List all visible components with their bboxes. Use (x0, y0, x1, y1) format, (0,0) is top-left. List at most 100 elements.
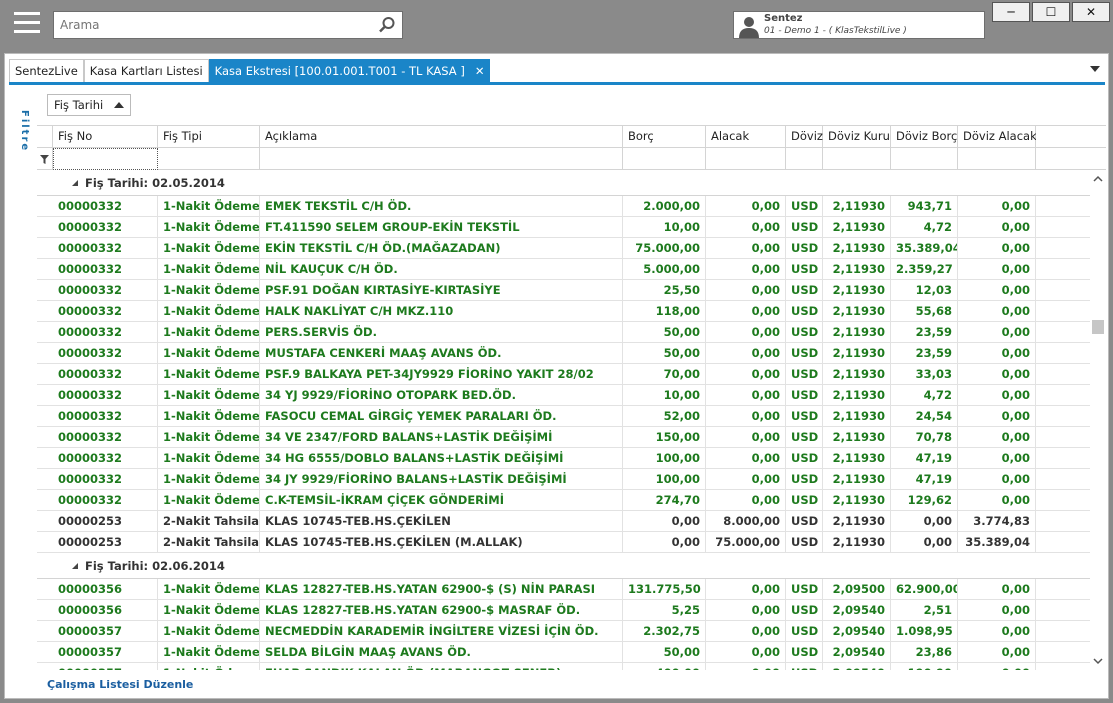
group-row[interactable]: Fiş Tarihi: 02.06.2014 (37, 553, 1090, 579)
table-row[interactable]: 00000332 1-Nakit Ödeme FT.411590 SELEM GRO… (37, 217, 1090, 238)
grid-body[interactable]: Fiş Tarihi: 02.05.2014 00000332 1-Nakit Öd… (37, 170, 1090, 670)
cell-doviz-borc: 23,59 (891, 322, 958, 343)
table-row[interactable]: 00000332 1-Nakit Ödeme EKİN TEKSTİL C/H ÖD… (37, 238, 1090, 259)
table-row[interactable]: 00000357 1-Nakit Ödeme SELDA BİLGİN MAAŞ A… (37, 642, 1090, 663)
tab-dropdown-icon[interactable] (1090, 65, 1100, 73)
table-row[interactable]: 00000357 1-Nakit Ödeme NECMEDDİN KARADEMİR… (37, 621, 1090, 642)
scroll-down-icon[interactable] (1093, 656, 1103, 666)
table-row[interactable]: 00000332 1-Nakit Ödeme NİL KAUÇUK C/H ÖD. 5… (37, 259, 1090, 280)
cell-alacak: 0,00 (706, 427, 786, 448)
table-row[interactable]: 00000332 1-Nakit Ödeme 34 YJ 9929/FİORİNO … (37, 385, 1090, 406)
cell-doviz-alacak: 0,00 (958, 579, 1036, 600)
search-box[interactable] (53, 11, 403, 39)
filter-cell-alacak[interactable] (706, 148, 786, 170)
table-row[interactable]: 000003571-Nakit ÖdemeEHAB SANDIK KALAN Ö… (37, 663, 1090, 670)
cell-doviz-alacak: 0,00 (958, 469, 1036, 490)
group-by-chip[interactable]: Fiş Tarihi (47, 94, 131, 116)
filter-cell-doviz-kuru[interactable] (823, 148, 891, 170)
filter-cell-doviz[interactable] (786, 148, 823, 170)
table-row[interactable]: 00000332 1-Nakit Ödeme EMEK TEKSTİL C/H ÖD… (37, 196, 1090, 217)
column-header-doviz-alacak[interactable]: Döviz Alacak (958, 125, 1037, 148)
column-header-aciklama[interactable]: Açıklama (260, 125, 623, 148)
collapse-triangle-icon[interactable] (71, 562, 79, 570)
cell-doviz: USD (786, 385, 823, 406)
cell-alacak: 0,00 (706, 196, 786, 217)
filter-cell-fis-tipi[interactable] (158, 148, 260, 170)
table-row[interactable]: 00000332 1-Nakit Ödeme C.K-TEMSİL-İKRAM Çİ… (37, 490, 1090, 511)
column-header-doviz-kuru[interactable]: Döviz Kuru (823, 125, 891, 148)
cell-fis-no: 00000332 (53, 322, 158, 343)
group-by-label: Fiş Tarihi (54, 98, 104, 112)
tab-close-icon[interactable]: ✕ (475, 64, 485, 78)
cell-alacak: 0,00 (706, 322, 786, 343)
cell-borc: 50,00 (623, 642, 706, 663)
table-row[interactable]: 00000253 2-Nakit Tahsilat KLAS 10745-TEB.H… (37, 532, 1090, 553)
column-header-fis-tipi[interactable]: Fiş Tipi (158, 125, 260, 148)
menu-icon[interactable] (14, 12, 40, 36)
cell-doviz: USD (786, 621, 823, 642)
collapse-triangle-icon[interactable] (71, 179, 79, 187)
cell-fis-tipi: 1-Nakit Ödeme (158, 579, 260, 600)
cell-doviz-borc: 23,59 (891, 343, 958, 364)
table-row[interactable]: 00000332 1-Nakit Ödeme PSF.9 BALKAYA PET-3… (37, 364, 1090, 385)
cell-fis-no: 00000332 (53, 238, 158, 259)
scroll-thumb[interactable] (1092, 320, 1104, 334)
column-header-borc[interactable]: Borç (623, 125, 706, 148)
cell-doviz: USD (786, 196, 823, 217)
edit-worklist-link[interactable]: Çalışma Listesi Düzenle (47, 678, 193, 691)
group-title: Fiş Tarihi: 02.06.2014 (85, 559, 225, 573)
user-name: Sentez (764, 13, 803, 24)
filter-cell-borc[interactable] (623, 148, 706, 170)
filter-cell-aciklama[interactable] (260, 148, 623, 170)
search-icon[interactable] (378, 16, 396, 34)
maximize-button[interactable]: ☐ (1032, 2, 1070, 22)
table-row[interactable]: 00000332 1-Nakit Ödeme PERS.SERVİS ÖD. 50,0… (37, 322, 1090, 343)
cell-borc: 118,00 (623, 301, 706, 322)
cell-alacak: 0,00 (706, 448, 786, 469)
table-row[interactable]: 00000253 2-Nakit Tahsilat KLAS 10745-TEB.H… (37, 511, 1090, 532)
column-header-doviz[interactable]: Döviz (786, 125, 823, 148)
tab-sentezlive[interactable]: SentezLive (9, 59, 84, 82)
column-header-doviz-borc[interactable]: Döviz Borç (891, 125, 958, 148)
cell-doviz-kuru: 2,11930 (823, 364, 891, 385)
table-row[interactable]: 00000332 1-Nakit Ödeme FASOCU CEMAL GİRGİÇ… (37, 406, 1090, 427)
table-row[interactable]: 00000332 1-Nakit Ödeme MUSTAFA CENKERİ MAA… (37, 343, 1090, 364)
table-row[interactable]: 00000332 1-Nakit Ödeme 34 HG 6555/DOBLO BA… (37, 448, 1090, 469)
group-row[interactable]: Fiş Tarihi: 02.05.2014 (37, 170, 1090, 196)
vertical-scrollbar[interactable] (1090, 170, 1106, 670)
cell-alacak: 0,00 (706, 469, 786, 490)
table-row[interactable]: 00000332 1-Nakit Ödeme HALK NAKLİYAT C/H M… (37, 301, 1090, 322)
cell-fis-tipi: 1-Nakit Ödeme (158, 259, 260, 280)
tab-kasa-kartlari[interactable]: Kasa Kartları Listesi (83, 59, 209, 82)
user-box[interactable]: Sentez 01 - Demo 1 - ( KlasTekstilLive ) (733, 11, 985, 39)
close-button[interactable]: ✕ (1072, 2, 1110, 22)
cell-doviz-kuru: 2,11930 (823, 196, 891, 217)
tab-kasa-ekstresi[interactable]: Kasa Ekstresi [100.01.001.T001 - TL KASA… (208, 59, 491, 82)
filter-panel-toggle[interactable]: Filtre (16, 110, 30, 170)
scroll-up-icon[interactable] (1093, 174, 1103, 184)
column-header-fis-no[interactable]: Fiş No (53, 125, 158, 148)
cell-doviz-kuru: 2,09540 (823, 663, 891, 670)
header-stub (37, 125, 53, 148)
filter-input-fis-no[interactable] (53, 148, 158, 170)
tab-kasa-ekstresi-label: Kasa Ekstresi [100.01.001.T001 - TL KASA… (214, 64, 465, 78)
column-header-alacak[interactable]: Alacak (706, 125, 786, 148)
table-row[interactable]: 00000332 1-Nakit Ödeme 34 VE 2347/FORD BAL… (37, 427, 1090, 448)
cell-fis-no: 00000332 (53, 406, 158, 427)
cell-fis-tipi: 1-Nakit Ödeme (158, 196, 260, 217)
table-row[interactable]: 00000332 1-Nakit Ödeme PSF.91 DOĞAN KIRTAS… (37, 280, 1090, 301)
cell-fis-tipi: 1-Nakit Ödeme (158, 448, 260, 469)
cell-doviz-kuru: 2,11930 (823, 259, 891, 280)
cell-fis-no: 00000253 (53, 532, 158, 553)
minimize-button[interactable]: ─ (992, 2, 1030, 22)
table-row[interactable]: 00000332 1-Nakit Ödeme 34 JY 9929/FİORİNO … (37, 469, 1090, 490)
filter-cell-doviz-borc[interactable] (891, 148, 958, 170)
cell-doviz-kuru: 2,11930 (823, 427, 891, 448)
table-row[interactable]: 00000356 1-Nakit Ödeme KLAS 12827-TEB.HS.Y… (37, 579, 1090, 600)
cell-aciklama: KLAS 12827-TEB.HS.YATAN 62900-$ MASRAF Ö… (260, 600, 623, 621)
search-input[interactable] (54, 12, 374, 38)
cell-borc: 2.302,75 (623, 621, 706, 642)
filter-cell-doviz-alacak[interactable] (958, 148, 1036, 170)
table-row[interactable]: 00000356 1-Nakit Ödeme KLAS 12827-TEB.HS.Y… (37, 600, 1090, 621)
cell-doviz-borc: 129,62 (891, 490, 958, 511)
